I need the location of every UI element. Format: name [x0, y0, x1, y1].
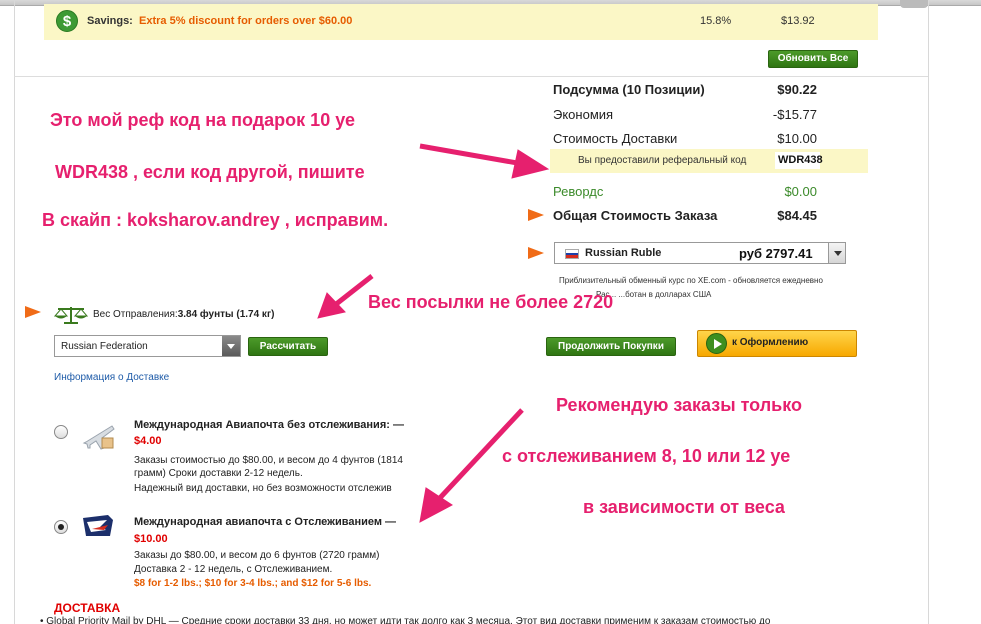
weight-label: Вес Отправления: — [93, 309, 178, 320]
chevron-down-icon[interactable] — [828, 243, 845, 263]
shipping-option-radio-2[interactable] — [54, 520, 68, 534]
savings-text: Extra 5% discount for orders over $60.00 — [139, 15, 353, 27]
checkout-label: к Оформлению — [732, 337, 809, 348]
page-border-left — [14, 0, 15, 624]
order-total-label: Общая Стоимость Заказа — [553, 208, 718, 223]
airplane-icon — [82, 425, 115, 450]
shipping-option-desc: Доставка 2 - 12 недель, с Отслеживанием. — [134, 564, 333, 575]
currency-name: Russian Ruble — [585, 247, 662, 259]
subtotal-value: $90.22 — [777, 82, 817, 97]
continue-shopping-button[interactable]: Продолжить Покупки — [546, 337, 676, 356]
delivery-info-link[interactable]: Информация о Доставке — [54, 372, 169, 383]
arrow-marker-icon — [528, 209, 544, 221]
order-total-value: $84.45 — [777, 208, 817, 223]
annotation-recommend-1: Рекомендую заказы только — [556, 395, 802, 415]
rewards-label: Ревордс — [553, 184, 604, 199]
subtotal-label: Подсумма (10 Позиции) — [553, 82, 705, 97]
window-corner-tab — [900, 0, 928, 8]
referral-box: Вы предоставили реферальный код WDR438 — [550, 149, 868, 173]
savings-percent: 15.8% — [700, 15, 732, 27]
calculate-button[interactable]: Рассчитать — [248, 337, 328, 356]
savings-label: Savings: — [87, 15, 133, 27]
currency-value: руб 2797.41 — [739, 246, 813, 261]
arrow-to-referral-icon — [419, 143, 524, 167]
rewards-value: $0.00 — [784, 184, 817, 199]
shipping-option-radio-1[interactable] — [54, 425, 68, 439]
annotation-recommend-3: в зависимости от веса — [583, 497, 785, 517]
delivery-description: • Global Priority Mail by DHL — Средние … — [40, 616, 771, 624]
shipping-cost-label: Стоимость Доставки — [553, 131, 678, 146]
exchange-rate-note: Приблизительный обменный курс по XE.com … — [559, 276, 823, 285]
annotation-recommend-2: с отслеживанием 8, 10 или 12 уе — [502, 446, 791, 466]
shipping-weight: Вес Отправления:3.84 фунты (1.74 кг) — [93, 309, 274, 320]
annotation-line-2: WDR438 , если код другой, пишите — [55, 162, 365, 182]
country-name: Russian Federation — [61, 341, 148, 352]
checkout-button[interactable]: к Оформлению — [697, 330, 857, 357]
annotation-weight: Вес посылки не более 2720 — [368, 292, 614, 312]
shipping-option-title: Международная авиапочта с Отслеживанием … — [134, 516, 397, 528]
country-select[interactable]: Russian Federation — [54, 335, 241, 357]
divider — [14, 76, 928, 77]
annotation-line-3: В скайп : koksharov.andrey , исправим. — [42, 210, 389, 230]
shipping-option-rates: $8 for 1-2 lbs.; $10 for 3-4 lbs.; and $… — [134, 578, 372, 589]
savings-summary-label: Экономия — [553, 107, 614, 122]
weight-value: 3.84 фунты (1.74 кг) — [177, 309, 275, 320]
chevron-down-icon[interactable] — [222, 336, 240, 356]
shipping-option-price: $4.00 — [134, 435, 162, 447]
arrow-marker-icon — [25, 306, 41, 318]
dollar-icon: $ — [56, 10, 78, 32]
shipping-option-desc: Заказы стоимостью до $80.00, и весом до … — [134, 455, 403, 466]
shipping-cost-value: $10.00 — [777, 131, 817, 146]
scale-icon — [54, 307, 88, 324]
usps-eagle-icon — [83, 515, 113, 536]
shipping-option-desc: Заказы до $80.00, и весом до 6 фунтов (2… — [134, 550, 380, 561]
arrow-to-referral-head-icon — [511, 149, 550, 179]
shipping-option-title: Международная Авиапочта без отслеживания… — [134, 419, 404, 431]
referral-code: WDR438 — [775, 152, 823, 169]
savings-summary-value: -$15.77 — [772, 107, 817, 122]
arrow-to-tracking-head-icon — [419, 487, 453, 523]
arrow-to-weight-icon — [333, 274, 374, 307]
savings-bar: $ Savings: Extra 5% discount for orders … — [44, 4, 878, 40]
savings-amount: $13.92 — [781, 15, 815, 27]
currency-select[interactable]: Russian Ruble руб 2797.41 — [554, 242, 846, 264]
shipping-option-desc: Надежный вид доставки, но без возможност… — [134, 483, 392, 494]
play-icon — [706, 333, 727, 354]
russia-flag-icon — [565, 249, 579, 259]
annotation-line-1: Это мой реф код на подарок 10 уе — [50, 110, 355, 130]
shipping-option-desc: грамм) Сроки доставки 2-12 недель. — [134, 468, 303, 479]
exchange-rate-note-2: Рас... ...ботан в долларах США — [596, 290, 712, 299]
referral-label: Вы предоставили реферальный код — [578, 155, 747, 166]
arrow-marker-icon — [528, 247, 544, 259]
page-border-right — [928, 0, 929, 624]
delivery-heading: ДОСТАВКА — [54, 601, 121, 615]
arrow-to-weight-head-icon — [317, 292, 346, 319]
shipping-option-price: $10.00 — [134, 533, 168, 545]
update-all-button[interactable]: Обновить Все — [768, 50, 858, 68]
